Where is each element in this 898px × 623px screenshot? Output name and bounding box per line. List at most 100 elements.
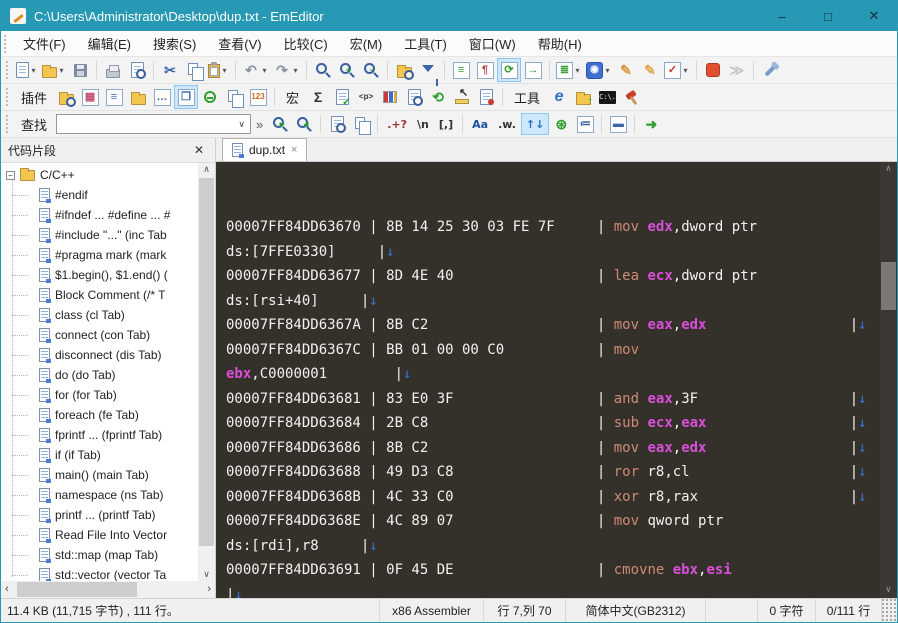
minimize-button[interactable]: – (759, 1, 805, 31)
snippet-item[interactable]: #ifndef ... #define ... # (1, 205, 198, 225)
find-all-button[interactable] (325, 112, 349, 136)
macro-ruler-button[interactable] (450, 85, 474, 109)
wrap-by-window-button[interactable]: ⟳ (497, 58, 521, 82)
tool-hammer-button[interactable] (619, 85, 643, 109)
scroll-thumb[interactable] (199, 178, 214, 546)
snippet-item[interactable]: printf ... (printf Tab) (1, 505, 198, 525)
snippet-item[interactable]: connect (con Tab) (1, 325, 198, 345)
menu-文件[interactable]: 文件(F) (12, 30, 77, 57)
tab-close-icon[interactable]: × (291, 144, 297, 156)
snippets-vertical-scrollbar[interactable]: ∧ ∨ (198, 163, 215, 581)
snippets-horizontal-scrollbar[interactable]: ‹ › (1, 581, 215, 598)
status-cursor-position[interactable]: 行 7,列 70 (483, 599, 565, 622)
snippet-item[interactable]: Block Comment (/* T (1, 285, 198, 305)
macro-log-button[interactable] (474, 85, 498, 109)
menu-grip[interactable] (4, 34, 7, 53)
snippet-item[interactable]: $1.begin(), $1.end() ( (1, 265, 198, 285)
save-button[interactable] (68, 58, 92, 82)
show-marks-button[interactable]: ≡ (449, 58, 473, 82)
plugin-webpreview-button[interactable] (198, 85, 222, 109)
scroll-right-icon[interactable]: › (207, 584, 211, 595)
paste-button[interactable]: ▾ (206, 58, 231, 82)
pin-button[interactable] (758, 58, 782, 82)
snippet-item[interactable]: #include "..." (inc Tab (1, 225, 198, 245)
marker-button[interactable]: ◉ ▾ (584, 58, 614, 82)
snippet-item[interactable]: fprintf ... (fprintf Tab) (1, 425, 198, 445)
advance-search-button[interactable]: ➜ (639, 112, 663, 136)
snippet-item[interactable]: namespace (ns Tab) (1, 485, 198, 505)
tool-ie-button[interactable]: e (547, 85, 571, 109)
direction-toggle[interactable]: ↑↓ (520, 113, 550, 135)
copy-button[interactable] (182, 58, 206, 82)
macro-check-doc-button[interactable] (330, 85, 354, 109)
snippet-item[interactable]: class (cl Tab) (1, 305, 198, 325)
toolbar-overflow-chevron[interactable]: » (256, 117, 263, 132)
toolbar-grip[interactable] (6, 61, 9, 79)
macro-colors-button[interactable] (378, 85, 402, 109)
regex-toggle[interactable]: .+? (382, 113, 412, 135)
screen-button[interactable]: ▬ (606, 112, 630, 136)
menu-帮助[interactable]: 帮助(H) (527, 30, 593, 57)
scroll-left-icon[interactable]: ‹ (5, 584, 9, 595)
tree-root-c-cpp[interactable]: − C/C++ (1, 165, 198, 185)
macro-options-button[interactable]: ✓ ▾ (662, 58, 692, 82)
toolbar-grip[interactable] (6, 115, 9, 133)
plugin-openfiles-button[interactable] (222, 85, 246, 109)
number-search-button[interactable]: ⊛ (549, 112, 573, 136)
snippet-item[interactable]: #pragma mark (mark (1, 245, 198, 265)
menu-查看[interactable]: 查看(V) (207, 30, 272, 57)
match-case-toggle[interactable]: Aa (467, 113, 493, 135)
wrap-indent-button[interactable]: → (521, 58, 545, 82)
close-button[interactable]: ✕ (851, 1, 897, 31)
plugin-comment-button[interactable]: … (150, 85, 174, 109)
snippets-close-button[interactable]: ✕ (190, 141, 208, 159)
zoom-in-button[interactable]: + (335, 58, 359, 82)
macro-back-button[interactable]: ⟲ (426, 85, 450, 109)
run-disabled-button[interactable]: ≫ (725, 58, 749, 82)
macro-tag-p-button[interactable]: <p> (354, 85, 378, 109)
show-symbols-button[interactable]: ¶ (473, 58, 497, 82)
escape-toggle[interactable]: \n (412, 113, 434, 135)
snippet-item[interactable]: std::map (map Tab) (1, 545, 198, 565)
status-encoding[interactable]: 简体中文(GB2312) (565, 599, 705, 622)
scroll-thumb[interactable] (17, 582, 137, 597)
plugin-projects-button[interactable] (126, 85, 150, 109)
search-input[interactable]: ∨ (56, 114, 252, 134)
resize-grip[interactable] (881, 599, 897, 622)
menu-窗口[interactable]: 窗口(W) (458, 30, 527, 57)
macro-sigma-button[interactable]: Σ (306, 85, 330, 109)
menu-宏[interactable]: 宏(M) (339, 30, 394, 57)
menu-搜索[interactable]: 搜索(S) (142, 30, 207, 57)
tab-dup-txt[interactable]: dup.txt × (222, 138, 308, 161)
tool-cmd-button[interactable]: C:\. (595, 85, 619, 109)
filter-button[interactable] (416, 58, 440, 86)
tool-folder-run-button[interactable] (571, 85, 595, 109)
plugin-htmlbar-button[interactable]: ▦ (78, 85, 102, 109)
find-next-button[interactable]: ▸ (268, 112, 292, 136)
macro-doc-search-button[interactable] (402, 85, 426, 109)
editor-vertical-scrollbar[interactable]: ∧ ∨ (880, 162, 897, 598)
snippet-item[interactable]: #endif (1, 185, 198, 205)
toolbar-grip[interactable] (6, 88, 9, 106)
plugin-explorer-button[interactable] (54, 85, 78, 109)
scroll-up-icon[interactable]: ∧ (203, 165, 210, 174)
open-file-button[interactable]: ▾ (40, 58, 68, 82)
print-preview-button[interactable] (125, 58, 149, 82)
plugin-number-button[interactable]: 123 (246, 85, 270, 109)
menu-比较[interactable]: 比较(C) (273, 30, 339, 57)
print-button[interactable] (101, 58, 125, 82)
maximize-button[interactable]: □ (805, 1, 851, 31)
snippet-item[interactable]: disconnect (dis Tab) (1, 345, 198, 365)
play-macro-button[interactable]: ✎ (638, 58, 662, 82)
editor-text-area[interactable]: 00007FF84DD63670 | 8B 14 25 30 03 FE 7F … (216, 162, 897, 598)
scroll-down-icon[interactable]: ∨ (203, 570, 210, 579)
cut-button[interactable]: ✂ (158, 58, 182, 82)
scroll-up-icon[interactable]: ∧ (886, 165, 891, 174)
zoom-out-button[interactable]: − (359, 58, 383, 82)
find-in-files-button[interactable] (392, 58, 416, 82)
find-button[interactable] (311, 58, 335, 82)
snippet-item[interactable]: foreach (fe Tab) (1, 405, 198, 425)
record-macro-button[interactable]: ✎ (614, 58, 638, 82)
copy-results-button[interactable] (349, 112, 373, 136)
scroll-thumb[interactable] (881, 262, 896, 311)
